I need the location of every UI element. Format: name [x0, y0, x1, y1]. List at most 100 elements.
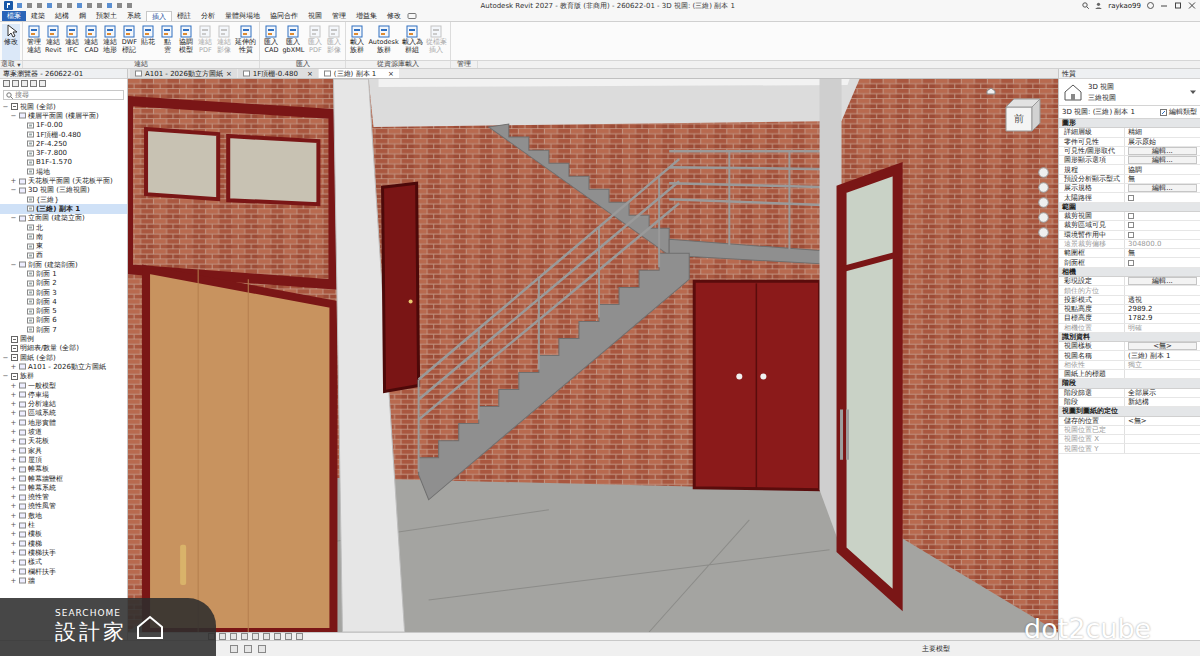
expand-toggle[interactable]: +	[10, 493, 17, 501]
tree-item[interactable]: 2F-4.250	[0, 139, 127, 148]
tree-item[interactable]: 剖面 6	[0, 316, 127, 325]
collapse-icon[interactable]	[21, 80, 28, 87]
tree-item[interactable]: −立面圖 (建築立面)	[0, 214, 127, 223]
property-section[interactable]: 相機	[1059, 268, 1200, 277]
tree-item[interactable]: +停車場	[0, 390, 127, 399]
property-value[interactable]: 展示原始	[1128, 137, 1156, 147]
ribbon-tab[interactable]: 結構	[50, 11, 74, 21]
expand-toggle[interactable]: +	[10, 530, 17, 538]
sync-icon[interactable]	[36, 2, 43, 9]
detail-level-icon[interactable]	[219, 633, 226, 640]
ribbon-button[interactable]: 連結IFC	[63, 24, 81, 60]
design-options-icon[interactable]	[244, 645, 252, 653]
property-row[interactable]: 裁剪視圖	[1059, 212, 1200, 221]
expand-toggle[interactable]: +	[10, 437, 17, 445]
expand-toggle[interactable]: +	[10, 567, 17, 575]
expand-toggle[interactable]: −	[10, 214, 17, 222]
tree-item[interactable]: +撓性管	[0, 492, 127, 501]
walk-icon[interactable]	[1038, 227, 1049, 238]
worksets-icon[interactable]	[230, 645, 238, 653]
property-section[interactable]: 識別資料	[1059, 333, 1200, 342]
ribbon-button[interactable]: 協調模型	[177, 24, 195, 60]
tree-item[interactable]: 場地	[0, 167, 127, 176]
ribbon-tab[interactable]: 預製土	[91, 11, 122, 21]
property-value[interactable]: 透視	[1128, 295, 1142, 305]
tree-item[interactable]: (三維) 副本 1	[0, 204, 127, 213]
checkbox[interactable]	[1128, 260, 1134, 266]
tree-item[interactable]: +樣式	[0, 558, 127, 567]
filter-icon[interactable]	[30, 80, 37, 87]
view-cube-face[interactable]: 前	[1006, 107, 1032, 131]
property-value[interactable]: 精細	[1128, 127, 1142, 137]
ribbon-tab[interactable]: 系統	[122, 11, 146, 21]
property-value[interactable]: <無>	[1128, 416, 1147, 426]
checkbox[interactable]	[1128, 213, 1134, 219]
property-row[interactable]: 階段篩選全部展示	[1059, 389, 1200, 398]
tree-item[interactable]: +帷幕牆豎框	[0, 474, 127, 483]
property-row[interactable]: 規程協調	[1059, 165, 1200, 174]
expand-toggle[interactable]: −	[2, 103, 9, 111]
hide-icon[interactable]	[285, 633, 292, 640]
tree-item[interactable]: 剖面 3	[0, 288, 127, 297]
sun-icon[interactable]	[241, 633, 248, 640]
expand-toggle[interactable]: −	[10, 186, 17, 194]
tree-item[interactable]: +天花板平面圖 (天花板平面)	[0, 176, 127, 185]
tree-item[interactable]: B1F-1.570	[0, 158, 127, 167]
property-row[interactable]: 階段新結構	[1059, 398, 1200, 407]
close-tab-button[interactable]: ×	[388, 70, 394, 78]
view-cube[interactable]: 前	[996, 93, 1044, 137]
visual-style-icon[interactable]	[230, 633, 237, 640]
expand-toggle[interactable]: +	[10, 428, 17, 436]
dropdown-icon[interactable]	[1190, 89, 1196, 95]
ribbon-tab[interactable]: 管理	[327, 11, 351, 21]
redo-icon[interactable]	[56, 2, 63, 9]
edit-type-button[interactable]: 編輯類型	[1160, 107, 1197, 117]
zoom-icon[interactable]	[1038, 197, 1049, 208]
home-view-icon[interactable]	[986, 87, 996, 95]
property-row[interactable]: 剖面框	[1059, 258, 1200, 267]
property-row[interactable]: 零件可見性展示原始	[1059, 138, 1200, 147]
tree-item[interactable]: 南	[0, 232, 127, 241]
expand-toggle[interactable]: +	[10, 456, 17, 464]
tree-item[interactable]: +一般模型	[0, 381, 127, 390]
property-value[interactable]: 新結構	[1128, 397, 1149, 407]
property-row[interactable]: 視圖樣板<無>	[1059, 342, 1200, 351]
property-section[interactable]: 階段	[1059, 379, 1200, 388]
shadow-icon[interactable]	[252, 633, 259, 640]
ribbon-button[interactable]: 修改	[2, 24, 20, 60]
revit-logo-icon[interactable]	[4, 1, 13, 10]
expand-toggle[interactable]: −	[10, 261, 17, 269]
view-tab[interactable]: (三維) 副本 1×	[319, 69, 399, 78]
search-field[interactable]	[15, 91, 121, 99]
property-row[interactable]: 圖形顯示選項編輯...	[1059, 156, 1200, 165]
property-section[interactable]: 視圖到圖紙的定位	[1059, 407, 1200, 416]
property-row[interactable]: 目標高度1782.9	[1059, 314, 1200, 323]
ribbon-button[interactable]: 貼花	[139, 24, 157, 60]
expand-toggle[interactable]: +	[10, 363, 17, 371]
maximize-icon[interactable]	[1174, 2, 1182, 9]
steering-wheel-icon[interactable]	[1038, 167, 1049, 178]
tree-item[interactable]: 北	[0, 223, 127, 232]
help-icon[interactable]	[1147, 2, 1154, 9]
ribbon-tab[interactable]: 視圖	[303, 11, 327, 21]
ribbon-tab[interactable]: 分析	[196, 11, 220, 21]
property-section[interactable]: 範圍	[1059, 203, 1200, 212]
property-row[interactable]: 展示規格編輯...	[1059, 184, 1200, 193]
tree-item[interactable]: 剖面 7	[0, 325, 127, 334]
render-icon[interactable]	[263, 633, 270, 640]
expand-toggle[interactable]: +	[10, 409, 17, 417]
ribbon-tab[interactable]: 檔案	[2, 11, 26, 21]
tree-item[interactable]: −視圖 (全部)	[0, 102, 127, 111]
ribbon-button[interactable]: 載入族群	[348, 24, 366, 60]
tree-item[interactable]: 剖面 1	[0, 269, 127, 278]
tree-item[interactable]: +帷幕系統	[0, 483, 127, 492]
close-views-icon[interactable]	[126, 2, 133, 9]
undo-icon[interactable]	[46, 2, 53, 9]
property-row[interactable]: 預設分析顯示型式無	[1059, 175, 1200, 184]
tree-item[interactable]: +帷幕板	[0, 465, 127, 474]
expand-toggle[interactable]: +	[10, 512, 17, 520]
ribbon-button[interactable]: 連結CAD	[82, 24, 100, 60]
settings-icon[interactable]	[39, 80, 46, 87]
pan-icon[interactable]	[1038, 182, 1049, 193]
tree-item[interactable]: +樓板	[0, 530, 127, 539]
